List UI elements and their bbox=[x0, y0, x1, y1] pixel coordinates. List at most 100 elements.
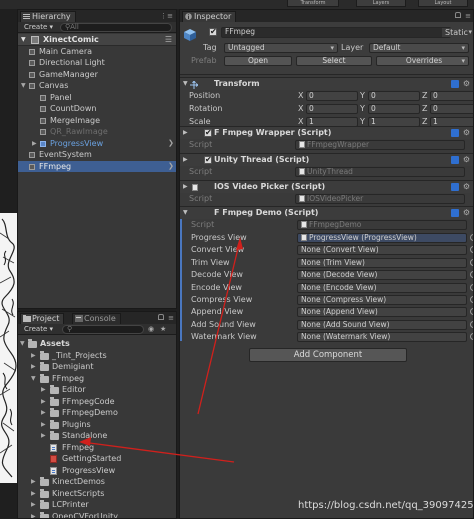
gear-icon[interactable]: ⚙ bbox=[463, 128, 470, 137]
object-picker-icon[interactable] bbox=[470, 320, 473, 328]
transform-y-field[interactable]: 0 bbox=[368, 91, 420, 101]
object-reference-field[interactable]: None (Convert View) bbox=[297, 245, 467, 256]
script-field[interactable]: FFmpegWrapper bbox=[295, 140, 465, 150]
help-icon[interactable] bbox=[451, 156, 459, 164]
object-picker-icon[interactable] bbox=[470, 296, 473, 303]
component-header[interactable]: ▶ IOS Video Picker (Script) ⚙ bbox=[180, 180, 473, 193]
object-picker-icon[interactable] bbox=[470, 258, 473, 266]
project-item[interactable]: ▶ FFmpegCode bbox=[18, 396, 176, 408]
transform-z-field[interactable]: 0 bbox=[430, 104, 473, 114]
filter-icon[interactable]: ◉ bbox=[148, 325, 154, 333]
tab-inspector[interactable]: Inspector bbox=[182, 11, 237, 22]
assets-root[interactable]: ▼ Assets bbox=[18, 338, 176, 350]
project-item[interactable]: ▶ FFmpegDemo bbox=[18, 407, 176, 419]
project-item[interactable]: ▼ FFmpeg bbox=[18, 373, 176, 385]
project-menu-icon[interactable]: ≡ bbox=[168, 314, 174, 322]
object-picker-icon[interactable] bbox=[470, 271, 473, 279]
expand-arrow-icon[interactable]: ▶ bbox=[31, 476, 36, 488]
project-search-input[interactable]: ⚲ bbox=[62, 325, 144, 334]
component-enabled-checkbox[interactable] bbox=[204, 128, 212, 137]
project-item[interactable]: ▶ _Tint_Projects bbox=[18, 350, 176, 362]
tag-dropdown[interactable]: Untagged bbox=[224, 43, 338, 53]
object-reference-field[interactable]: None (Encode View) bbox=[297, 282, 467, 293]
toolbar-button-3[interactable]: Layout bbox=[418, 0, 468, 7]
expand-arrow-icon[interactable]: ▶ bbox=[31, 499, 36, 511]
hierarchy-create-button[interactable]: Create ▾ bbox=[21, 23, 56, 32]
toolbar-button-2[interactable]: Layers bbox=[356, 0, 406, 7]
gear-icon[interactable]: ⚙ bbox=[463, 208, 470, 217]
expand-arrow-icon[interactable]: ▶ bbox=[31, 488, 36, 500]
inspector-menu-icon[interactable]: ≡ bbox=[465, 12, 471, 20]
expand-arrow-icon[interactable]: ▶ bbox=[31, 361, 36, 373]
expand-arrow-icon[interactable]: ▶ bbox=[183, 183, 188, 190]
object-reference-field[interactable]: None (Decode View) bbox=[297, 270, 467, 281]
prefab-select-button[interactable]: Select bbox=[296, 56, 372, 66]
hierarchy-item[interactable]: Panel bbox=[18, 92, 176, 104]
object-reference-field[interactable]: ProgressView (ProgressView) bbox=[297, 233, 467, 243]
lock-icon[interactable] bbox=[455, 12, 461, 18]
prefab-overrides-dropdown[interactable]: Overrides bbox=[376, 56, 469, 66]
component-enabled-checkbox[interactable] bbox=[204, 155, 212, 164]
expand-arrow-icon[interactable]: ▶ bbox=[183, 156, 188, 163]
project-item[interactable]: ▶ KinectScripts bbox=[18, 488, 176, 500]
tab-project[interactable]: Project bbox=[20, 313, 65, 324]
expand-arrow-icon[interactable]: ▼ bbox=[20, 338, 25, 350]
lock-icon[interactable] bbox=[158, 314, 164, 320]
component-header[interactable]: ▶ Unity Thread (Script) ⚙ bbox=[180, 153, 473, 166]
component-header[interactable]: ▶ F Fmpeg Wrapper (Script) ⚙ bbox=[180, 126, 473, 139]
transform-z-field[interactable]: 0 bbox=[430, 91, 473, 101]
expand-arrow-icon[interactable]: ▶ bbox=[32, 138, 37, 150]
expand-arrow-icon[interactable]: ▶ bbox=[31, 350, 36, 362]
project-item[interactable]: ▶ Editor bbox=[18, 384, 176, 396]
expand-arrow-icon[interactable]: ▶ bbox=[41, 430, 46, 442]
hierarchy-item[interactable]: ▶ ProgressView ❯ bbox=[18, 138, 176, 150]
project-item[interactable]: ▶ Standalone bbox=[18, 430, 176, 442]
help-icon[interactable] bbox=[451, 129, 459, 137]
help-icon[interactable] bbox=[451, 80, 459, 88]
transform-y-field[interactable]: 0 bbox=[368, 104, 420, 114]
help-icon[interactable] bbox=[451, 183, 459, 191]
expand-arrow-icon[interactable]: ▼ bbox=[21, 80, 26, 92]
object-reference-field[interactable]: None (Watermark View) bbox=[297, 332, 467, 343]
scene-header[interactable]: ▼ XinectComic ☰ bbox=[18, 34, 176, 46]
project-create-button[interactable]: Create ▾ bbox=[21, 325, 56, 334]
script-field[interactable]: UnityThread bbox=[295, 167, 465, 177]
tab-console[interactable]: Console bbox=[72, 313, 121, 324]
tab-hierarchy[interactable]: Hierarchy bbox=[20, 11, 76, 22]
object-picker-icon[interactable] bbox=[470, 333, 473, 341]
active-checkbox[interactable] bbox=[209, 27, 217, 36]
prefab-open-button[interactable]: Open bbox=[224, 56, 292, 66]
hierarchy-item[interactable]: Main Camera bbox=[18, 46, 176, 58]
hierarchy-item[interactable]: ▼ Canvas bbox=[18, 80, 176, 92]
hierarchy-item[interactable]: QR_RawImage bbox=[18, 126, 176, 138]
ffmpeg-demo-header[interactable]: ▼ F Fmpeg Demo (Script) ⚙ bbox=[180, 206, 473, 219]
object-reference-field[interactable]: None (Trim View) bbox=[297, 257, 467, 268]
expand-arrow-icon[interactable]: ▶ bbox=[41, 396, 46, 408]
expand-arrow-icon[interactable]: ▶ bbox=[183, 129, 188, 136]
project-item[interactable]: GettingStarted bbox=[18, 453, 176, 465]
gear-icon[interactable]: ⚙ bbox=[463, 182, 470, 191]
help-icon[interactable] bbox=[451, 209, 459, 217]
expand-arrow-icon[interactable]: ▶ bbox=[41, 384, 46, 396]
expand-arrow-icon[interactable]: ▼ bbox=[183, 80, 188, 87]
hierarchy-item[interactable]: MergeImage bbox=[18, 115, 176, 127]
object-reference-field[interactable]: None (Append View) bbox=[297, 307, 467, 318]
gear-icon[interactable]: ⚙ bbox=[463, 79, 470, 88]
toolbar-button-1[interactable]: Transform bbox=[287, 0, 339, 7]
expand-arrow-icon[interactable]: ▼ bbox=[31, 373, 36, 385]
project-item[interactable]: ▶ Plugins bbox=[18, 419, 176, 431]
object-reference-field[interactable]: None (Add Sound View) bbox=[297, 319, 467, 330]
expand-arrow-icon[interactable]: ▶ bbox=[41, 407, 46, 419]
project-item[interactable]: ▶ Demigiant bbox=[18, 361, 176, 373]
hierarchy-item[interactable]: Directional Light bbox=[18, 57, 176, 69]
project-item[interactable]: ▶ LCPrinter bbox=[18, 499, 176, 511]
transform-header[interactable]: ▼ Transform ⚙ bbox=[180, 77, 473, 90]
script-field[interactable]: IOSVideoPicker bbox=[295, 194, 465, 204]
expand-arrow-icon[interactable]: ▶ bbox=[31, 511, 36, 519]
star-icon[interactable]: ★ bbox=[160, 325, 166, 333]
gear-icon[interactable]: ⚙ bbox=[463, 155, 470, 164]
hierarchy-item[interactable]: FFmpeg ❯ bbox=[18, 160, 176, 172]
transform-x-field[interactable]: 0 bbox=[306, 91, 358, 101]
hierarchy-search-input[interactable]: ⚲All bbox=[60, 23, 172, 32]
expand-arrow-icon[interactable]: ▼ bbox=[21, 34, 26, 46]
